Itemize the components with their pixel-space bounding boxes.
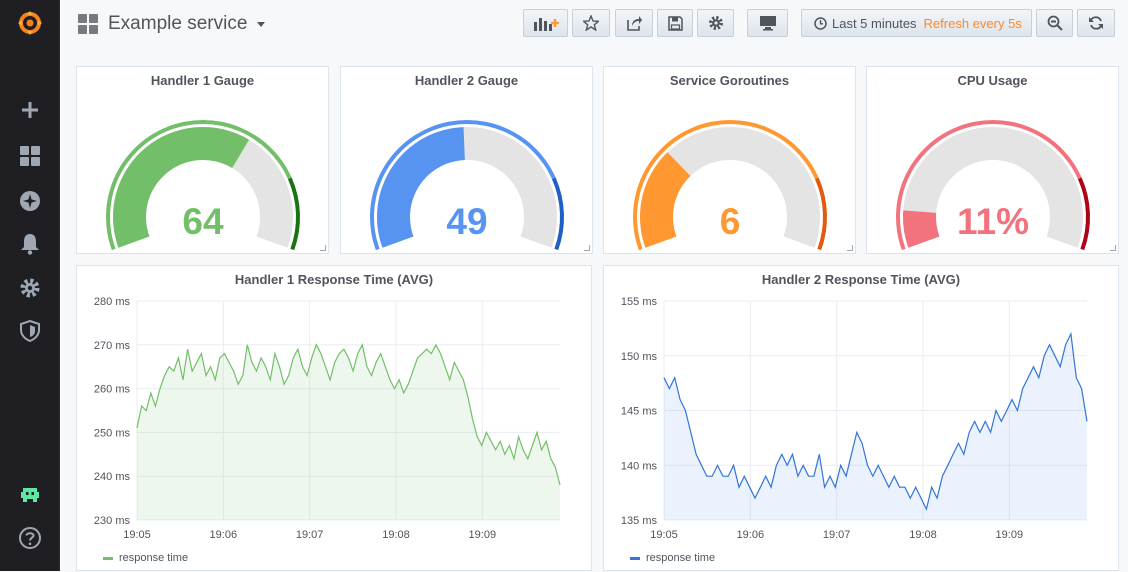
- gauge: 64: [106, 120, 300, 251]
- time-picker-button[interactable]: Last 5 minutes Refresh every 5s: [801, 9, 1032, 37]
- explore-compass-icon[interactable]: [0, 181, 59, 221]
- y-tick-label: 240 ms: [94, 471, 131, 483]
- dashboard-title: Example service: [108, 13, 248, 34]
- y-tick-label: 280 ms: [94, 296, 131, 308]
- server-admin-shield-icon[interactable]: [0, 311, 59, 351]
- y-tick-label: 270 ms: [94, 340, 131, 352]
- y-tick-label: 230 ms: [94, 515, 131, 527]
- configuration-gear-icon[interactable]: [0, 268, 59, 308]
- gauge-panel-cpu-usage[interactable]: CPU Usage 11%: [866, 66, 1119, 254]
- graph-panel-handler-2-response-time[interactable]: Handler 2 Response Time (AVG) 155 ms 150 …: [603, 265, 1119, 571]
- dashboard-toolbar: Example service Last 5 minutes Refresh e…: [60, 0, 1128, 48]
- resize-handle[interactable]: [584, 245, 590, 251]
- y-tick-label: 145 ms: [621, 406, 658, 418]
- x-tick-label: 19:06: [210, 529, 238, 541]
- y-tick-label: 150 ms: [621, 351, 658, 363]
- share-dashboard-button[interactable]: [615, 9, 653, 37]
- gauge-value-arc: [113, 127, 250, 248]
- x-tick-label: 19:09: [469, 529, 497, 541]
- plus-icon[interactable]: [0, 90, 59, 130]
- refresh-icon: [1089, 16, 1103, 30]
- gauge-panel-goroutines[interactable]: Service Goroutines 6: [603, 66, 856, 254]
- x-tick-label: 19:07: [296, 529, 324, 541]
- series-area-fill: [664, 333, 1087, 520]
- legend-item[interactable]: response time: [103, 552, 188, 564]
- zoom-out-icon: [1047, 15, 1063, 31]
- gauge-value: 64: [182, 201, 224, 242]
- y-tick-label: 250 ms: [94, 427, 131, 439]
- legend-swatch: [630, 556, 640, 560]
- legend-label: response time: [119, 552, 189, 564]
- gear-icon: [708, 16, 723, 30]
- x-tick-label: 19:05: [650, 529, 678, 541]
- graph-panel-handler-1-response-time[interactable]: Handler 1 Response Time (AVG) 280 ms 270 …: [76, 265, 592, 571]
- resize-handle[interactable]: [847, 245, 853, 251]
- clock-icon: [814, 16, 827, 30]
- y-tick-label: 140 ms: [621, 460, 658, 472]
- monitor-icon: [759, 16, 776, 31]
- y-tick-label: 135 ms: [621, 515, 658, 527]
- gauge-value: 49: [446, 201, 487, 242]
- help-icon[interactable]: [0, 518, 59, 558]
- legend-item[interactable]: response time: [630, 552, 715, 564]
- x-tick-label: 19:06: [737, 529, 765, 541]
- dashboard-picker[interactable]: Example service: [78, 10, 266, 38]
- x-tick-label: 19:05: [123, 529, 151, 541]
- gauge: 49: [370, 120, 564, 251]
- caret-down-icon: [257, 21, 266, 27]
- user-avatar-icon[interactable]: [0, 475, 59, 515]
- alerting-bell-icon[interactable]: [0, 224, 59, 264]
- gauge: 6: [633, 120, 827, 251]
- time-range-label: Last 5 minutes: [832, 15, 917, 31]
- side-nav: [0, 0, 60, 571]
- add-panel-icon: [533, 18, 559, 31]
- resize-handle[interactable]: [1110, 245, 1116, 251]
- time-series-graph[interactable]: 280 ms 270 ms 260 ms 250 ms 240 ms 230 ms 19:0…: [77, 266, 593, 572]
- star-icon: [583, 15, 599, 31]
- save-icon: [667, 15, 683, 31]
- cycle-view-mode-button[interactable]: [747, 9, 788, 37]
- gauge-panel-handler-2[interactable]: Handler 2 Gauge 49: [340, 66, 593, 254]
- x-tick-label: 19:07: [823, 529, 851, 541]
- resize-handle[interactable]: [320, 245, 326, 251]
- dashboards-icon: [78, 14, 98, 34]
- legend-label: response time: [646, 552, 716, 564]
- time-series-graph[interactable]: 155 ms 150 ms 145 ms 140 ms 135 ms 19:05 19:06…: [604, 266, 1120, 572]
- y-tick-label: 260 ms: [94, 384, 131, 396]
- x-tick-label: 19:08: [382, 529, 410, 541]
- zoom-out-button[interactable]: [1036, 9, 1073, 37]
- gauge-value: 6: [720, 201, 741, 242]
- y-tick-label: 155 ms: [621, 296, 658, 308]
- save-dashboard-button[interactable]: [657, 9, 693, 37]
- gauge-panel-handler-1[interactable]: Handler 1 Gauge 64: [76, 66, 329, 254]
- gauge: 11%: [896, 120, 1090, 251]
- grafana-logo-icon[interactable]: [0, 3, 59, 43]
- refresh-interval-label: Refresh every 5s: [923, 15, 1022, 31]
- gauge-value-arc: [903, 210, 940, 248]
- gauge-value: 11%: [957, 201, 1029, 242]
- dashboards-icon[interactable]: [0, 136, 59, 176]
- dashboard-settings-button[interactable]: [697, 9, 734, 37]
- add-panel-button[interactable]: [523, 9, 568, 37]
- refresh-dashboard-button[interactable]: [1077, 9, 1115, 37]
- x-tick-label: 19:08: [909, 529, 937, 541]
- star-dashboard-button[interactable]: [572, 9, 610, 37]
- share-icon: [627, 16, 642, 31]
- legend-swatch: [103, 556, 113, 560]
- x-tick-label: 19:09: [996, 529, 1024, 541]
